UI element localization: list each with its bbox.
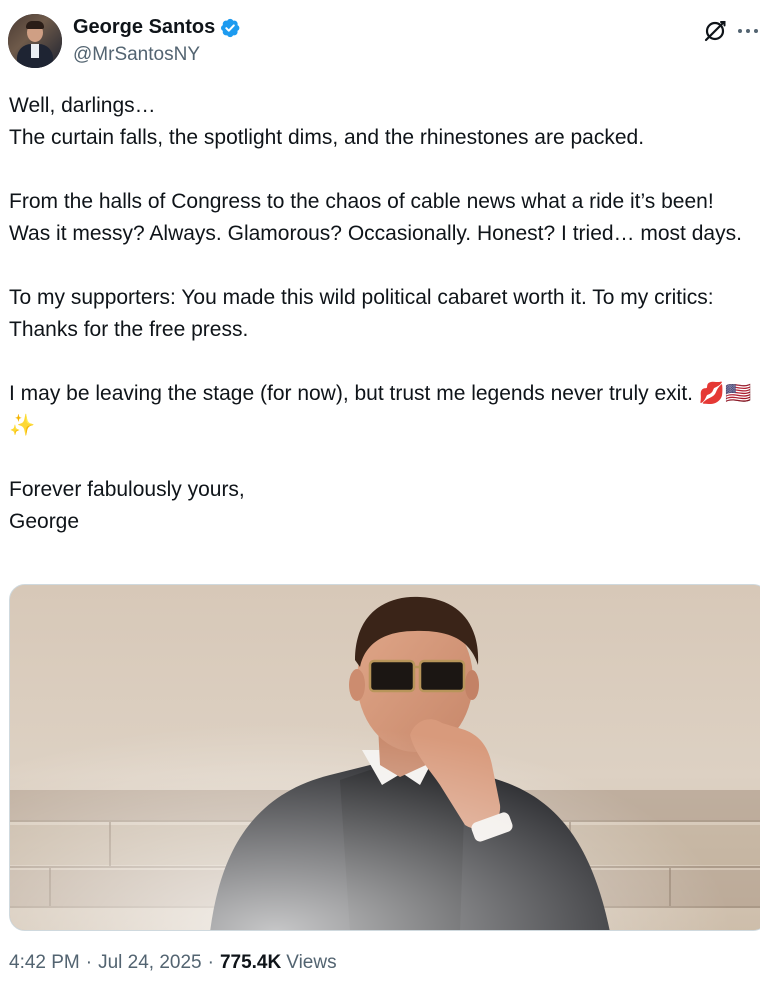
author-name-row: George Santos (73, 16, 241, 39)
verified-badge-icon[interactable] (219, 17, 241, 39)
photo-illustration (10, 585, 760, 930)
views-count[interactable]: 775.4K (220, 952, 281, 974)
post-meta: 4:42 PM · Jul 24, 2025 · 775.4K Views (9, 952, 337, 974)
grok-icon[interactable] (702, 18, 728, 44)
views-label: Views (286, 952, 337, 973)
post-date[interactable]: Jul 24, 2025 (98, 952, 202, 974)
post-text: Well, darlings… The curtain falls, the s… (9, 94, 752, 533)
post-header: George Santos @MrSantosNY (8, 14, 760, 74)
post-photo[interactable] (9, 584, 760, 931)
post-time[interactable]: 4:42 PM (9, 952, 80, 974)
meta-separator: · (207, 952, 214, 973)
more-options-icon[interactable] (736, 18, 760, 44)
avatar[interactable] (8, 14, 62, 68)
author-handle[interactable]: @MrSantosNY (73, 44, 200, 66)
author-display-name[interactable]: George Santos (73, 16, 215, 39)
meta-separator: · (85, 952, 93, 973)
